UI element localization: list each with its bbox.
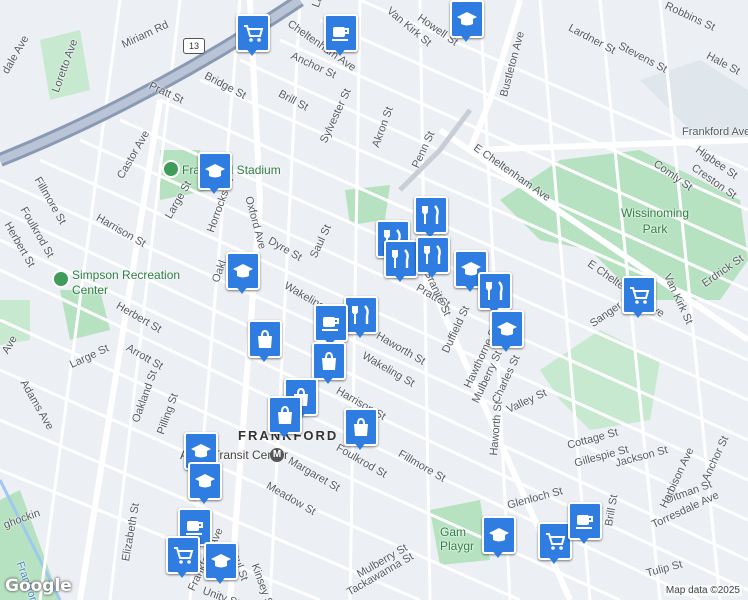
marker-school-stadium[interactable] (198, 152, 232, 196)
school-icon (457, 12, 477, 26)
restaurant-icon (352, 305, 369, 324)
marker-restaurant-6[interactable] (344, 296, 378, 340)
marker-grocery-glenloch[interactable] (538, 522, 572, 566)
marker-school-oakland[interactable] (226, 252, 260, 296)
school-icon (233, 264, 253, 278)
school-icon (195, 474, 215, 488)
marker-shopping-frankford[interactable] (268, 396, 302, 440)
shopping-icon (278, 405, 292, 424)
marker-shopping-foulkrod[interactable] (344, 408, 378, 452)
map-copyright[interactable]: Map data ©2025 (663, 585, 742, 596)
cafe-icon (322, 317, 339, 331)
grocery-icon (174, 547, 194, 564)
stadium-icon (162, 160, 180, 178)
restaurant-icon (486, 281, 503, 300)
school-icon (191, 444, 211, 458)
shopping-icon (258, 329, 272, 348)
school-icon (205, 164, 225, 178)
marker-shopping-left[interactable] (248, 320, 282, 364)
route-13-shield: 13 (183, 38, 205, 54)
marker-school-duffield[interactable] (490, 310, 524, 354)
grocery-icon (630, 287, 650, 304)
marker-grocery-right[interactable] (622, 276, 656, 320)
marker-restaurant-4[interactable] (416, 236, 450, 280)
marker-cafe-glenloch[interactable] (568, 502, 602, 546)
school-icon (497, 322, 517, 336)
google-logo: Google (5, 576, 72, 596)
marker-school-arrott-2[interactable] (188, 462, 222, 506)
restaurant-icon (392, 249, 409, 268)
grocery-icon (244, 25, 264, 42)
marker-school-low[interactable] (204, 542, 238, 586)
metro-station-icon: M (270, 448, 284, 462)
marker-school-top[interactable] (450, 0, 484, 44)
shopping-icon (322, 351, 336, 370)
marker-grocery-low[interactable] (166, 536, 200, 580)
marker-cafe[interactable] (324, 14, 358, 58)
cafe-icon (332, 27, 349, 41)
marker-restaurant-1[interactable] (414, 196, 448, 240)
street-label-frankford-right: Frankford Ave (682, 126, 748, 138)
marker-restaurant-3[interactable] (384, 240, 418, 284)
shopping-icon (354, 417, 368, 436)
restaurant-icon (422, 205, 439, 224)
park-icon (52, 270, 70, 288)
marker-school-gam[interactable] (482, 516, 516, 560)
cafe-icon (576, 515, 593, 529)
map-canvas[interactable]: Miriam Rd Van Kirk St Howell St Bustleto… (0, 0, 748, 600)
school-icon (489, 528, 509, 542)
marker-grocery[interactable] (236, 14, 270, 58)
poi-wissinoming-park[interactable]: Wissinoming Park (620, 205, 690, 237)
cafe-icon (186, 521, 203, 535)
restaurant-icon (424, 245, 441, 264)
grocery-icon (546, 533, 566, 550)
school-icon (211, 554, 231, 568)
poi-simpson-recreation-center[interactable]: Simpson Recreation Center (72, 268, 192, 298)
